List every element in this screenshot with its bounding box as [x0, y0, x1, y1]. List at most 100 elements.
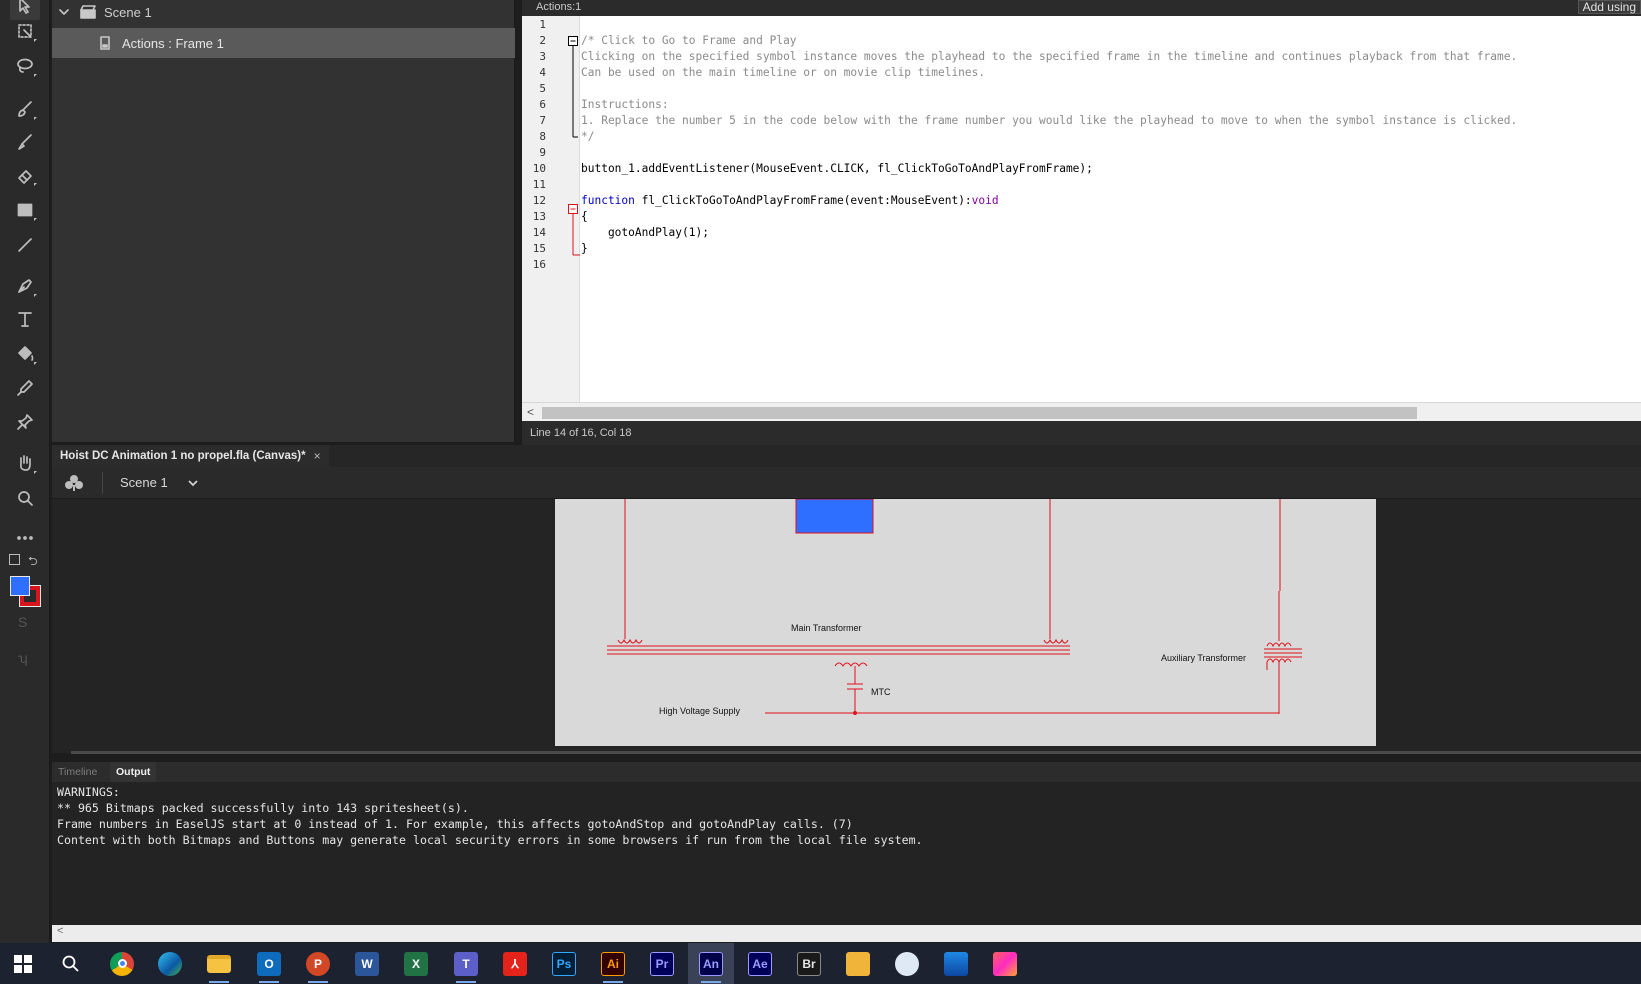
tab-output[interactable]: Output — [110, 762, 157, 782]
eraser-tool-icon[interactable] — [10, 161, 40, 189]
search-button[interactable] — [48, 943, 94, 984]
acrobat-icon: ⅄ — [503, 951, 527, 976]
swap-colors-icon[interactable]: ⮌ — [28, 552, 38, 573]
main-transformer-right-coil — [1043, 638, 1069, 644]
output-line: WARNINGS: — [57, 785, 120, 799]
running-indicator — [308, 981, 328, 983]
tree-frame-row[interactable]: Actions : Frame 1 — [52, 28, 515, 58]
taskbar-animate[interactable]: An — [688, 943, 734, 984]
smooth-icon[interactable]: ʮ — [18, 650, 28, 666]
stage-canvas[interactable]: Main Transformer Auxiliary Transformer M… — [555, 499, 1376, 746]
keyword-void: void — [971, 194, 999, 207]
start-button[interactable] — [0, 943, 46, 984]
eyedropper-tool-icon[interactable] — [10, 374, 40, 402]
keyword-function: function — [581, 194, 635, 207]
taskbar-excel[interactable]: X — [393, 943, 439, 984]
taskbar-app-settings[interactable] — [884, 943, 930, 984]
taskbar-word[interactable]: W — [344, 943, 390, 984]
chevron-down-icon[interactable] — [186, 476, 200, 490]
edge-icon — [158, 951, 182, 976]
running-indicator — [259, 981, 279, 983]
clapper-icon — [80, 5, 96, 19]
auxiliary-transformer-lower-coil — [1266, 658, 1292, 664]
document-tab[interactable]: Hoist DC Animation 1 no propel.fla (Canv… — [52, 445, 329, 467]
snap-icon[interactable]: S — [18, 614, 27, 630]
actions-tab[interactable]: Actions:1 — [536, 0, 581, 14]
close-tab-icon[interactable]: × — [314, 449, 321, 463]
hoist-block[interactable] — [795, 499, 874, 534]
taskbar-premiere[interactable]: Pr — [639, 943, 685, 984]
taskbar-creative-cloud[interactable] — [982, 943, 1028, 984]
taskbar-bridge[interactable]: Br — [786, 943, 832, 984]
line-number: 10 — [532, 162, 546, 175]
fold-toggle-icon[interactable] — [568, 204, 578, 214]
default-colors-icon[interactable] — [9, 554, 20, 565]
bottom-panel-tabs: Timeline Output — [52, 762, 1641, 782]
taskbar-illustrator[interactable]: Ai — [590, 943, 636, 984]
code-line-13: { — [581, 210, 588, 223]
pen-tool-icon[interactable] — [10, 272, 40, 300]
tab-timeline[interactable]: Timeline — [52, 762, 103, 782]
hand-tool-icon[interactable] — [10, 449, 40, 477]
taskbar-chrome[interactable] — [99, 943, 145, 984]
bridge-icon: Br — [797, 951, 821, 976]
code-line-10: button_1.addEventListener(MouseEvent.CLI… — [581, 162, 1093, 175]
code-line-7: 1. Replace the number 5 in the code belo… — [581, 114, 1518, 127]
chevron-down-icon[interactable] — [58, 6, 70, 18]
fill-color-swatch[interactable] — [10, 576, 30, 596]
scroll-left-icon[interactable]: < — [57, 925, 63, 937]
taskbar-acrobat[interactable]: ⅄ — [492, 943, 538, 984]
scroll-left-icon[interactable]: < — [527, 405, 534, 419]
edit-symbols-icon[interactable] — [64, 474, 84, 492]
scrollbar-thumb[interactable] — [542, 407, 1417, 419]
paint-bucket-tool-icon[interactable] — [10, 340, 40, 368]
output-horizontal-scrollbar[interactable]: < — [52, 925, 1641, 942]
code-line-14: gotoAndPlay(1); — [581, 226, 709, 239]
line-number: 7 — [539, 114, 546, 127]
rectangle-tool-icon[interactable] — [10, 196, 40, 224]
code-line-8: */ — [581, 130, 595, 143]
teams-icon: T — [454, 951, 478, 976]
tree-scene-row[interactable]: Scene 1 — [52, 0, 515, 27]
add-using-button[interactable]: Add using — [1577, 0, 1641, 14]
fold-toggle-icon[interactable] — [568, 36, 578, 46]
line-number: 2 — [539, 34, 546, 47]
paint-brush-tool-icon[interactable] — [10, 95, 40, 123]
frame-icon — [100, 36, 110, 50]
folder-icon — [207, 954, 231, 973]
creative-cloud-icon — [993, 951, 1017, 976]
line-number: 11 — [532, 178, 546, 191]
taskbar-app-cube[interactable] — [835, 943, 881, 984]
more-tools-icon[interactable] — [10, 524, 40, 552]
chrome-icon — [110, 951, 134, 976]
pin-tool-icon[interactable] — [10, 408, 40, 436]
lasso-tool-icon[interactable] — [10, 52, 40, 80]
line-tool-icon[interactable] — [10, 231, 40, 259]
output-log[interactable]: WARNINGS: ** 965 Bitmaps packed successf… — [52, 782, 1641, 925]
output-line: Content with both Bitmaps and Buttons ma… — [57, 833, 923, 847]
taskbar-outlook[interactable]: O — [246, 943, 292, 984]
zoom-tool-icon[interactable] — [10, 484, 40, 512]
code-line-15: } — [581, 242, 588, 255]
taskbar-after-effects[interactable]: Ae — [737, 943, 783, 984]
taskbar-edge[interactable] — [147, 943, 193, 984]
editor-horizontal-scrollbar[interactable]: < — [522, 402, 1641, 421]
text-tool-icon[interactable] — [10, 305, 40, 333]
stage-horizontal-scrollbar[interactable] — [71, 751, 1641, 754]
scene-selector-label[interactable]: Scene 1 — [120, 475, 168, 490]
code-editor[interactable]: 1 2 3 4 5 6 7 8 9 10 11 12 13 14 15 16 /* Click to Go t… — [522, 16, 1641, 421]
animate-icon: An — [699, 951, 723, 976]
label-mtc: MTC — [871, 687, 891, 697]
label-auxiliary-transformer: Auxiliary Transformer — [1161, 653, 1247, 663]
taskbar-app-wave[interactable] — [933, 943, 979, 984]
taskbar-photoshop[interactable]: Ps — [541, 943, 587, 984]
illustrator-icon: Ai — [601, 951, 625, 976]
taskbar-file-explorer[interactable] — [196, 943, 242, 984]
brush-tool-icon[interactable] — [10, 128, 40, 156]
taskbar-powerpoint[interactable]: P — [295, 943, 341, 984]
taskbar-teams[interactable]: T — [443, 943, 489, 984]
running-indicator — [701, 981, 721, 983]
free-transform-tool-icon[interactable] — [10, 17, 40, 45]
label-high-voltage-supply: High Voltage Supply — [659, 706, 741, 716]
code-line-6: Instructions: — [581, 98, 669, 111]
